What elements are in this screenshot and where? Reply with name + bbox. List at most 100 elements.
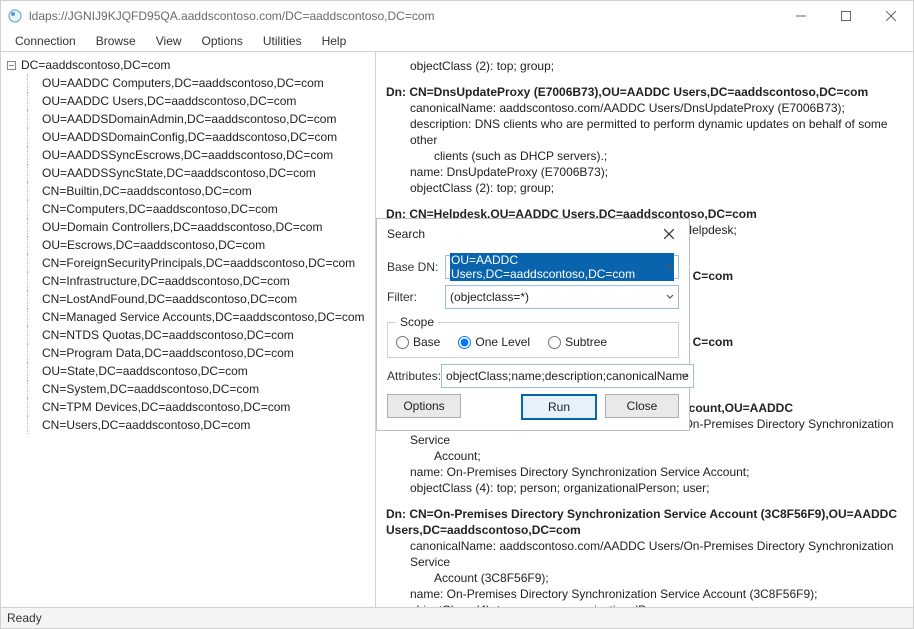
tree-item-label: OU=AADDSSyncEscrows,DC=aaddscontoso,DC=c… [40, 147, 335, 163]
tree-item[interactable]: OU=AADDC Computers,DC=aaddscontoso,DC=co… [27, 74, 375, 92]
app-window: ldaps://JGNIJ9KJQFD95QA.aaddscontoso.com… [0, 0, 914, 629]
dialog-body: Base DN: OU=AADDC Users,DC=aaddscontoso,… [377, 249, 689, 430]
scope-base-radio[interactable]: Base [396, 335, 440, 349]
menu-view[interactable]: View [146, 32, 192, 50]
tree-item-label: OU=State,DC=aaddscontoso,DC=com [40, 363, 250, 379]
filter-combo[interactable]: (objectclass=*) [445, 285, 679, 309]
tree-item-label: CN=TPM Devices,DC=aaddscontoso,DC=com [40, 399, 292, 415]
result-line: clients (such as DHCP servers).; [386, 148, 903, 164]
tree-item-label: CN=Infrastructure,DC=aaddscontoso,DC=com [40, 273, 292, 289]
tree-item[interactable]: OU=AADDSDomainAdmin,DC=aaddscontoso,DC=c… [27, 110, 375, 128]
tree-item[interactable]: OU=AADDSSyncEscrows,DC=aaddscontoso,DC=c… [27, 146, 375, 164]
menubar: Connection Browse View Options Utilities… [1, 31, 913, 51]
search-dialog: Search Base DN: OU=AADDC Users,DC=aaddsc… [376, 218, 690, 431]
tree-item-label: OU=AADDC Computers,DC=aaddscontoso,DC=co… [40, 75, 326, 91]
result-dn-fragment: Account,OU=AADDC [673, 401, 793, 415]
result-dn: Dn: CN=On-Premises Directory Synchroniza… [386, 507, 897, 521]
tree-item-label: CN=Builtin,DC=aaddscontoso,DC=com [40, 183, 254, 199]
tree-item-label: CN=System,DC=aaddscontoso,DC=com [40, 381, 261, 397]
scope-subtree-radio[interactable]: Subtree [548, 335, 607, 349]
result-line: objectClass (2): top; group; [386, 180, 903, 196]
result-line: name: On-Premises Directory Synchronizat… [386, 586, 903, 602]
result-line: name: DnsUpdateProxy (E7006B73); [386, 164, 903, 180]
menu-options[interactable]: Options [192, 32, 253, 50]
tree-item-label: CN=Computers,DC=aaddscontoso,DC=com [40, 201, 280, 217]
result-line: Account (3C8F56F9); [386, 570, 903, 586]
menu-browse[interactable]: Browse [86, 32, 146, 50]
tree-item[interactable]: OU=AADDC Users,DC=aaddscontoso,DC=com [27, 92, 375, 110]
tree-item-label: CN=NTDS Quotas,DC=aaddscontoso,DC=com [40, 327, 296, 343]
dialog-titlebar[interactable]: Search [377, 219, 689, 249]
tree-root[interactable]: DC=aaddscontoso,DC=com [5, 56, 375, 74]
tree-item[interactable]: OU=AADDSSyncState,DC=aaddscontoso,DC=com [27, 164, 375, 182]
tree-item[interactable]: CN=Managed Service Accounts,DC=aaddscont… [27, 308, 375, 326]
tree-item[interactable]: CN=Infrastructure,DC=aaddscontoso,DC=com [27, 272, 375, 290]
result-dn: Users,DC=aaddscontoso,DC=com [386, 523, 581, 537]
tree-item-label: OU=AADDC Users,DC=aaddscontoso,DC=com [40, 93, 298, 109]
status-text: Ready [7, 611, 42, 625]
result-line: objectClass (4): top; person; organizati… [386, 480, 903, 496]
scope-fieldset: Scope Base One Level Subtree [387, 315, 679, 358]
tree-item-label: CN=ForeignSecurityPrincipals,DC=aaddscon… [40, 255, 357, 271]
tree-item-label: CN=Program Data,DC=aaddscontoso,DC=com [40, 345, 296, 361]
tree-item-label: CN=LostAndFound,DC=aaddscontoso,DC=com [40, 291, 299, 307]
dialog-title: Search [387, 227, 425, 241]
chevron-down-icon [666, 290, 674, 304]
options-button[interactable]: Options [387, 394, 461, 418]
status-bar: Ready [1, 608, 913, 628]
tree-item-label: OU=Escrows,DC=aaddscontoso,DC=com [40, 237, 267, 253]
tree-item[interactable]: CN=System,DC=aaddscontoso,DC=com [27, 380, 375, 398]
attributes-value: objectClass;name;description;canonicalNa… [446, 369, 689, 383]
minimize-button[interactable] [778, 1, 823, 31]
scope-legend: Scope [396, 315, 438, 329]
tree-item[interactable]: CN=TPM Devices,DC=aaddscontoso,DC=com [27, 398, 375, 416]
tree-children: OU=AADDC Computers,DC=aaddscontoso,DC=co… [5, 74, 375, 434]
tree-item-label: CN=Users,DC=aaddscontoso,DC=com [40, 417, 252, 433]
result-line: description: DNS clients who are permitt… [386, 116, 903, 148]
app-icon [7, 8, 23, 24]
tree-item[interactable]: OU=AADDSDomainConfig,DC=aaddscontoso,DC=… [27, 128, 375, 146]
maximize-button[interactable] [823, 1, 868, 31]
result-line: canonicalName: aaddscontoso.com/AADDC Us… [386, 100, 903, 116]
run-button[interactable]: Run [521, 394, 597, 420]
scope-onelevel-radio[interactable]: One Level [458, 335, 530, 349]
result-line: objectClass (2): top; group; [386, 58, 903, 74]
tree-item[interactable]: CN=ForeignSecurityPrincipals,DC=aaddscon… [27, 254, 375, 272]
tree-item[interactable]: OU=State,DC=aaddscontoso,DC=com [27, 362, 375, 380]
tree-item[interactable]: CN=LostAndFound,DC=aaddscontoso,DC=com [27, 290, 375, 308]
attributes-label: Attributes: [387, 369, 441, 383]
tree-item[interactable]: CN=Users,DC=aaddscontoso,DC=com [27, 416, 375, 434]
tree-item[interactable]: CN=Computers,DC=aaddscontoso,DC=com [27, 200, 375, 218]
main-area: DC=aaddscontoso,DC=com OU=AADDC Computer… [1, 51, 913, 608]
chevron-down-icon [666, 260, 674, 274]
basedn-combo[interactable]: OU=AADDC Users,DC=aaddscontoso,DC=com [445, 255, 679, 279]
result-entry: Dn: CN=On-Premises Directory Synchroniza… [386, 506, 903, 607]
result-entry: Dn: CN=DnsUpdateProxy (E7006B73),OU=AADD… [386, 84, 903, 196]
close-button[interactable] [868, 1, 913, 31]
tree-root-label[interactable]: DC=aaddscontoso,DC=com [19, 57, 172, 73]
tree-item-label: OU=AADDSSyncState,DC=aaddscontoso,DC=com [40, 165, 318, 181]
tree-item-label: OU=AADDSDomainConfig,DC=aaddscontoso,DC=… [40, 129, 339, 145]
titlebar: ldaps://JGNIJ9KJQFD95QA.aaddscontoso.com… [1, 1, 913, 31]
result-line: canonicalName: aaddscontoso.com/AADDC Us… [386, 538, 903, 570]
collapse-icon[interactable] [5, 59, 17, 71]
result-dn-fragment: C=com [693, 269, 733, 283]
tree-item-label: OU=Domain Controllers,DC=aaddscontoso,DC… [40, 219, 324, 235]
tree-item[interactable]: CN=Builtin,DC=aaddscontoso,DC=com [27, 182, 375, 200]
close-button-dialog[interactable]: Close [605, 394, 679, 418]
result-line: name: On-Premises Directory Synchronizat… [386, 464, 903, 480]
tree-item[interactable]: CN=Program Data,DC=aaddscontoso,DC=com [27, 344, 375, 362]
attributes-combo[interactable]: objectClass;name;description;canonicalNa… [441, 364, 694, 388]
basedn-label: Base DN: [387, 260, 445, 274]
dialog-close-button[interactable] [659, 224, 679, 244]
result-dn-fragment: C=com [693, 335, 733, 349]
menu-help[interactable]: Help [312, 32, 357, 50]
tree-item[interactable]: CN=NTDS Quotas,DC=aaddscontoso,DC=com [27, 326, 375, 344]
menu-utilities[interactable]: Utilities [253, 32, 312, 50]
tree-item[interactable]: OU=Escrows,DC=aaddscontoso,DC=com [27, 236, 375, 254]
tree-item[interactable]: OU=Domain Controllers,DC=aaddscontoso,DC… [27, 218, 375, 236]
menu-connection[interactable]: Connection [5, 32, 86, 50]
result-line: objectClass (4): top; person; organizati… [386, 602, 903, 607]
basedn-value: OU=AADDC Users,DC=aaddscontoso,DC=com [450, 253, 674, 281]
tree-pane[interactable]: DC=aaddscontoso,DC=com OU=AADDC Computer… [1, 52, 376, 607]
